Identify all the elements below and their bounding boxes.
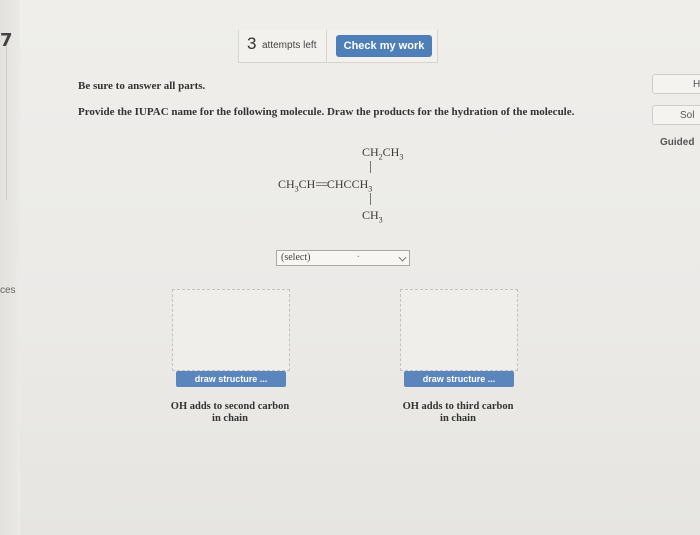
attempts-label: attempts left	[262, 40, 317, 51]
molecule-bottom-substituent: CH3	[362, 208, 383, 225]
attempts-count: 3	[247, 34, 257, 53]
drawing-area-second-carbon[interactable]	[172, 289, 290, 371]
hint-button[interactable]: H	[652, 74, 700, 94]
chevron-down-icon	[398, 253, 407, 262]
page: 7 ces 3 attempts left Check my work H So…	[0, 0, 700, 535]
caption-second-carbon: OH adds to second carbon in chain	[150, 401, 310, 425]
molecule-main-chain: CH3CH==CHCCH3	[278, 177, 373, 194]
caption-line-1: OH adds to second carbon	[170, 401, 290, 412]
drawing-area-third-carbon[interactable]	[400, 289, 518, 371]
select-value: (select)	[281, 252, 311, 263]
caption-line-1: OH adds to third carbon	[402, 401, 514, 412]
draw-structure-button-third-carbon[interactable]: draw structure ...	[404, 371, 514, 387]
instruction-answer-all: Be sure to answer all parts.	[78, 80, 206, 92]
molecule-bond-top	[370, 161, 371, 173]
caption-third-carbon: OH adds to third carbon in chain	[378, 401, 538, 425]
check-my-work-button[interactable]: Check my work	[336, 35, 432, 57]
select-dot: .	[357, 249, 360, 260]
caption-line-2: in chain	[212, 413, 248, 424]
guided-solution-link[interactable]: Guided	[652, 137, 700, 155]
attempts-divider	[326, 30, 327, 62]
margin-divider	[0, 45, 7, 200]
iupac-name-select[interactable]: (select) .	[276, 249, 410, 266]
left-margin-text: ces	[0, 285, 16, 296]
solution-button[interactable]: Sol	[652, 105, 700, 125]
molecule-top-substituent: CH2CH3	[362, 145, 404, 162]
draw-structure-button-second-carbon[interactable]: draw structure ...	[176, 371, 286, 387]
molecule-bond-bottom	[370, 193, 371, 205]
caption-line-2: in chain	[440, 413, 476, 424]
question-prompt: Provide the IUPAC name for the following…	[78, 106, 575, 118]
